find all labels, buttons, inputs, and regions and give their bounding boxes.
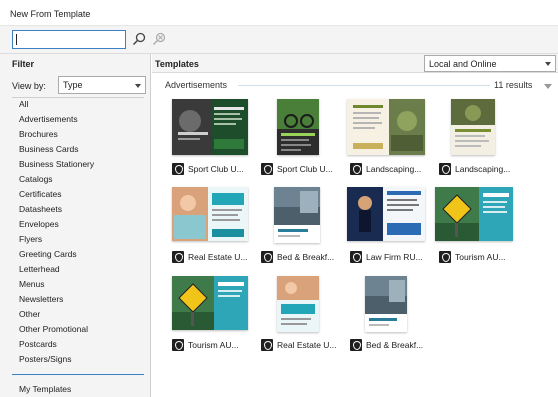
template-label: Law Firm RU... (366, 252, 423, 262)
source-value: Local and Online (429, 59, 497, 69)
category-heading: Advertisements (165, 80, 228, 90)
search-input[interactable] (12, 30, 126, 49)
template-icon (439, 163, 451, 175)
search-icon[interactable] (131, 31, 147, 47)
template-icon (261, 251, 273, 263)
filter-item-certificates[interactable]: Certificates (19, 189, 62, 199)
template-thumbnail[interactable] (347, 99, 425, 155)
filter-item-posters-signs[interactable]: Posters/Signs (19, 354, 71, 364)
filter-header: Filter (12, 59, 35, 69)
text-cursor (16, 34, 17, 45)
filter-item-catalogs[interactable]: Catalogs (19, 174, 53, 184)
filter-divider (12, 97, 144, 98)
filter-item-postcards[interactable]: Postcards (19, 339, 57, 349)
template-thumbnail[interactable] (451, 99, 495, 155)
template-icon (350, 339, 362, 351)
template-label: Real Estate U... (277, 340, 337, 350)
filter-item-flyers[interactable]: Flyers (19, 234, 42, 244)
template-label: Landscaping... (455, 164, 511, 174)
filter-item-other[interactable]: Other (19, 309, 40, 319)
filter-item-other-promotional[interactable]: Other Promotional (19, 324, 88, 334)
filter-item-my-templates[interactable]: My Templates (19, 384, 71, 394)
template-thumbnail[interactable] (274, 187, 320, 243)
chevron-down-icon[interactable] (544, 84, 552, 89)
filter-item-letterhead[interactable]: Letterhead (19, 264, 60, 274)
template-label: Sport Club U... (277, 164, 333, 174)
chevron-down-icon (545, 62, 551, 66)
filter-item-menus[interactable]: Menus (19, 279, 45, 289)
view-by-value: Type (63, 80, 83, 90)
template-thumbnail[interactable] (277, 276, 319, 332)
template-icon (439, 251, 451, 263)
template-icon (261, 339, 273, 351)
filter-item-all[interactable]: All (19, 99, 28, 109)
filter-pane: Filter View by: Type All Advertisements … (0, 54, 151, 397)
filter-item-datasheets[interactable]: Datasheets (19, 204, 62, 214)
template-label: Sport Club U... (188, 164, 244, 174)
filter-item-envelopes[interactable]: Envelopes (19, 219, 59, 229)
templates-header: Templates (155, 59, 199, 69)
template-icon (172, 163, 184, 175)
filter-item-brochures[interactable]: Brochures (19, 129, 58, 139)
template-icon (261, 163, 273, 175)
source-select[interactable]: Local and Online (424, 55, 556, 72)
template-thumbnail[interactable] (172, 99, 248, 155)
template-thumbnail[interactable] (365, 276, 407, 332)
results-count: 11 results (494, 80, 533, 90)
my-templates-divider (12, 374, 144, 375)
template-label: Bed & Breakf... (277, 252, 335, 262)
window-title: New From Template (10, 9, 91, 19)
filter-item-newsletters[interactable]: Newsletters (19, 294, 63, 304)
title-bar: New From Template (0, 0, 558, 26)
search-bar (0, 26, 558, 54)
templates-pane: Templates Local and Online Advertisement… (152, 54, 558, 397)
template-thumbnail[interactable] (277, 99, 319, 155)
category-divider (238, 85, 490, 86)
view-by-select[interactable]: Type (58, 76, 146, 94)
template-label: Real Estate U... (188, 252, 248, 262)
template-label: Landscaping... (366, 164, 422, 174)
filter-item-business-cards[interactable]: Business Cards (19, 144, 79, 154)
template-label: Tourism AU... (188, 340, 239, 350)
chevron-down-icon (135, 84, 141, 88)
filter-item-advertisements[interactable]: Advertisements (19, 114, 78, 124)
template-icon (172, 251, 184, 263)
template-thumbnail[interactable] (347, 187, 425, 241)
template-icon (172, 339, 184, 351)
template-label: Tourism AU... (455, 252, 506, 262)
template-thumbnail[interactable] (172, 187, 248, 241)
template-thumbnail[interactable] (435, 187, 513, 241)
template-icon (350, 163, 362, 175)
template-icon (350, 251, 362, 263)
view-by-label: View by: (12, 81, 46, 91)
filter-item-business-stationery[interactable]: Business Stationery (19, 159, 94, 169)
template-label: Bed & Breakf... (366, 340, 424, 350)
templates-header-bar: Templates Local and Online (152, 54, 558, 73)
clear-search-icon[interactable] (151, 31, 167, 47)
template-thumbnail[interactable] (172, 276, 248, 330)
filter-item-greeting-cards[interactable]: Greeting Cards (19, 249, 77, 259)
